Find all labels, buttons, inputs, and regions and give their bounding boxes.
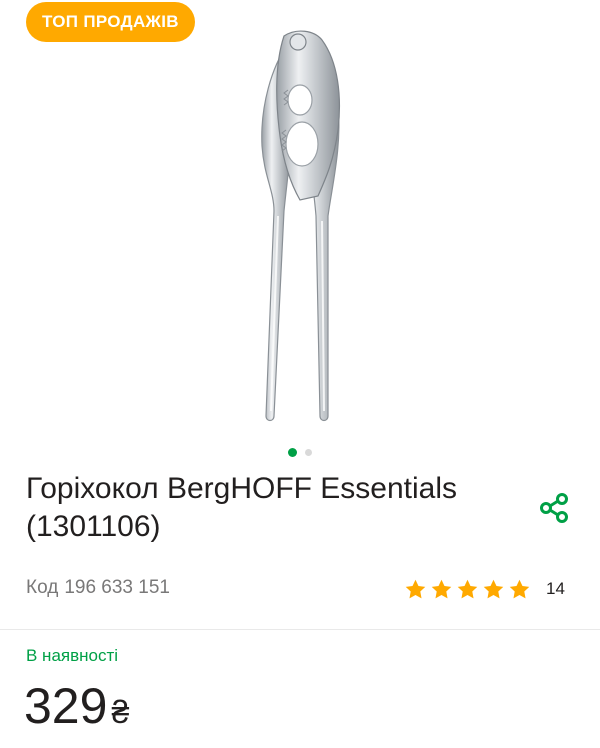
price-value: 329 <box>24 678 108 734</box>
divider <box>0 629 600 630</box>
star-icon <box>509 579 530 598</box>
product-title: Горіхокол BergHOFF Essentials (1301106) <box>26 472 458 543</box>
product-code-label: Код <box>26 577 59 598</box>
star-icon <box>457 579 478 598</box>
product-code-value: 196 633 151 <box>64 577 170 598</box>
product-image[interactable] <box>200 26 400 426</box>
star-icon <box>405 579 426 598</box>
gallery-pagination <box>0 446 600 458</box>
share-button[interactable] <box>534 488 574 528</box>
currency-symbol: ₴ <box>111 694 130 730</box>
star-icon <box>431 579 452 598</box>
gallery-dot[interactable] <box>305 448 312 456</box>
product-code: Код 196 633 151 <box>26 575 170 601</box>
availability-status: В наявності <box>26 646 119 665</box>
star-icon <box>483 579 504 598</box>
top-sales-badge: ТОП ПРОДАЖІВ <box>26 2 195 42</box>
review-count[interactable]: 14 <box>546 579 565 599</box>
share-icon <box>540 493 568 523</box>
price: 329 ₴ <box>24 676 129 742</box>
product-rating[interactable]: 14 <box>404 576 565 602</box>
gallery-dot-active[interactable] <box>288 447 297 457</box>
